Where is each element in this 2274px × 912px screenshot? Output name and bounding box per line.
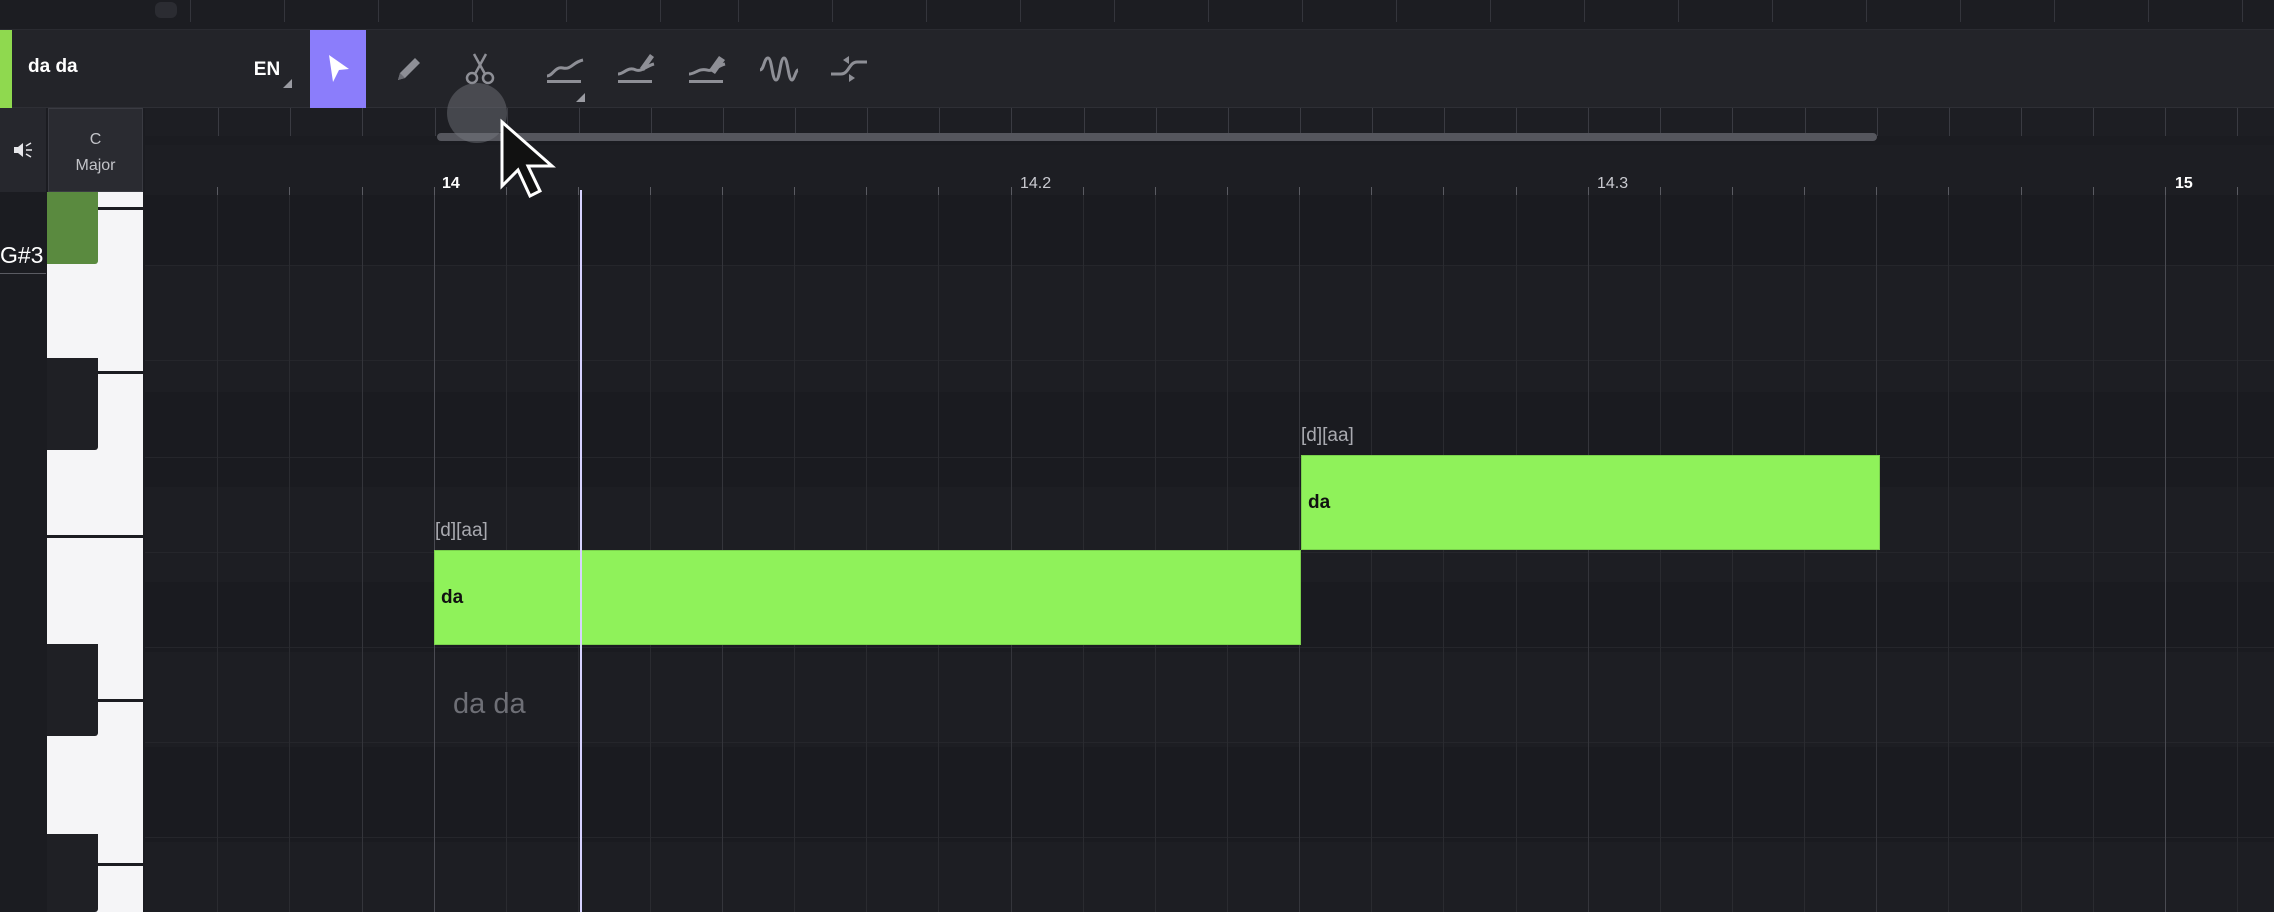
note-phonemes: [d][aa]: [435, 520, 488, 541]
key-signature-selector[interactable]: C Major: [48, 108, 143, 192]
pencil-icon: [398, 58, 420, 80]
dropdown-corner-icon: [576, 93, 585, 102]
pointer-arrow-icon: [329, 55, 349, 82]
pencil-tool-button[interactable]: [381, 30, 437, 108]
ruler-label: 14: [442, 175, 460, 192]
language-label: EN: [253, 59, 281, 80]
piano-keyboard[interactable]: G#3: [0, 192, 145, 912]
pitch-smooth-icon: [688, 56, 726, 83]
piano-roll-editor: da da EN C Major 14 14.2 14.3 15 G#3 [d]…: [0, 0, 2274, 912]
transition-tool-button[interactable]: [821, 30, 877, 108]
note-lyric: da: [441, 586, 464, 608]
black-key-highlighted[interactable]: [47, 192, 98, 264]
ruler-label: 14.2: [1020, 175, 1052, 192]
pitch-draw-icon: [546, 58, 584, 83]
playhead[interactable]: [580, 190, 582, 912]
black-key[interactable]: [47, 644, 98, 736]
mute-button[interactable]: [0, 108, 47, 192]
horizontal-scrollbar[interactable]: [437, 133, 1877, 141]
note-phonemes: [d][aa]: [1301, 425, 1354, 446]
ruler-label: 14.3: [1597, 175, 1629, 192]
note-block[interactable]: da: [434, 550, 1301, 645]
pitch-edit-tool-button[interactable]: [608, 30, 664, 108]
piano-roll-grid[interactable]: [d][aa] da [d][aa] da da da: [145, 195, 2274, 912]
track-name[interactable]: da da: [28, 56, 78, 78]
key-tonic: C: [89, 131, 102, 148]
vibrato-tool-button[interactable]: [750, 30, 806, 108]
overview-scroll-knob[interactable]: [155, 2, 177, 18]
select-tool-button[interactable]: [310, 30, 366, 108]
vibrato-wave-icon: [759, 56, 799, 82]
pitch-smooth-tool-button[interactable]: [679, 30, 735, 108]
language-selector[interactable]: EN: [242, 50, 292, 90]
note-block[interactable]: da: [1301, 455, 1880, 550]
toolbar: da da EN: [0, 30, 2274, 108]
black-key[interactable]: [47, 358, 98, 450]
arrangement-overview-strip[interactable]: [0, 0, 2274, 30]
timeline-ruler[interactable]: 14 14.2 14.3 15: [145, 145, 2274, 195]
white-keys[interactable]: [47, 192, 143, 912]
black-key[interactable]: [47, 834, 98, 912]
scissors-icon: [465, 53, 495, 85]
track-color-swatch: [0, 30, 12, 108]
key-mode: Major: [75, 157, 116, 174]
pitch-edit-icon: [617, 54, 655, 83]
dropdown-corner-icon: [283, 79, 292, 88]
transition-curve-icon: [831, 56, 867, 82]
mouse-cursor-icon: [500, 118, 556, 198]
note-lyric: da: [1308, 491, 1331, 513]
pitch-label: G#3: [0, 238, 46, 274]
pitch-draw-tool-button[interactable]: [537, 30, 593, 108]
lyric-input-hint: da da: [453, 688, 526, 720]
ruler-label: 15: [2175, 175, 2193, 192]
speaker-icon: [14, 142, 32, 158]
